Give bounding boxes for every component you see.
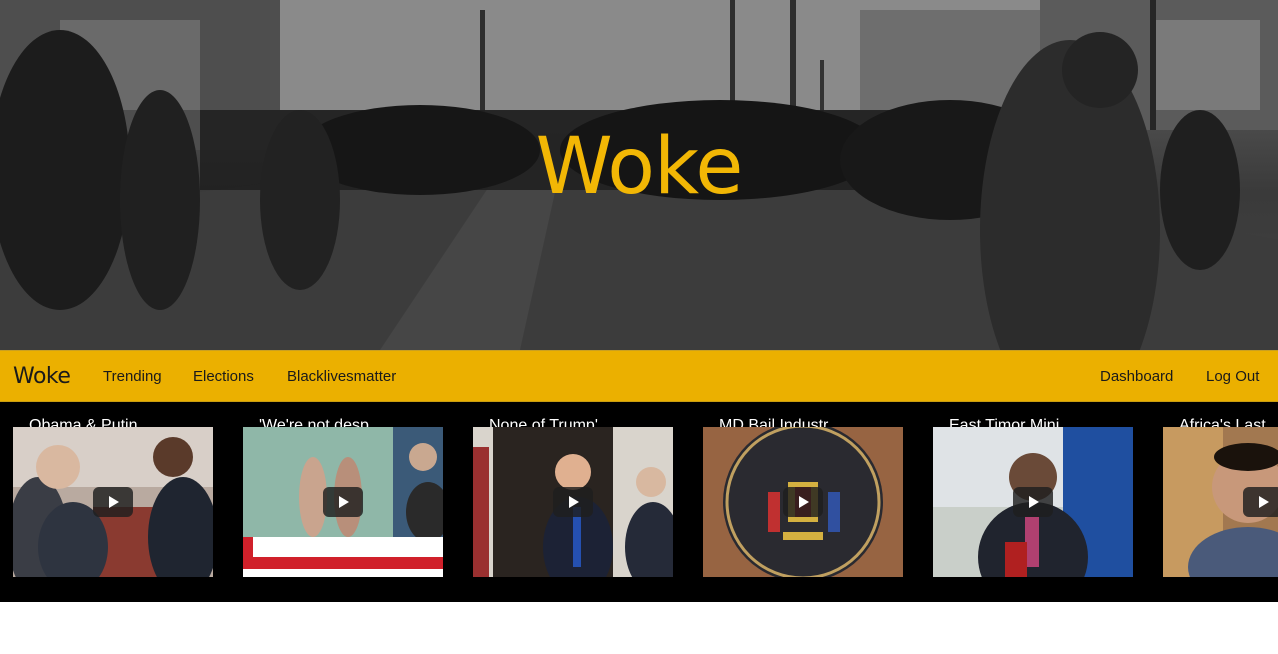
hero-title: Woke xyxy=(535,122,744,212)
play-button[interactable] xyxy=(1243,487,1278,517)
video-card[interactable]: 'We're not desp... xyxy=(243,402,443,602)
video-card[interactable]: Obama & Putin ... xyxy=(13,402,213,602)
video-thumbnail[interactable] xyxy=(473,427,673,577)
video-thumbnail[interactable] xyxy=(703,427,903,577)
nav-link-blacklivesmatter[interactable]: Blacklivesmatter xyxy=(287,368,396,385)
video-thumbnail[interactable] xyxy=(1163,427,1278,577)
nav-link-dashboard[interactable]: Dashboard xyxy=(1100,368,1173,385)
video-strip: Obama & Putin ... 'We're not desp... Non… xyxy=(0,402,1278,602)
navbar-brand[interactable]: Woke xyxy=(13,364,71,389)
video-card[interactable]: MD Bail Industr... xyxy=(703,402,903,602)
play-button[interactable] xyxy=(1013,487,1053,517)
play-button[interactable] xyxy=(93,487,133,517)
video-card[interactable]: None of Trump'... xyxy=(473,402,673,602)
top-navbar: Woke Trending Elections Blacklivesmatter… xyxy=(0,350,1278,402)
nav-link-elections[interactable]: Elections xyxy=(193,368,254,385)
play-button[interactable] xyxy=(323,487,363,517)
nav-link-trending[interactable]: Trending xyxy=(103,368,162,385)
video-thumbnail[interactable] xyxy=(13,427,213,577)
video-thumbnail[interactable] xyxy=(933,427,1133,577)
nav-link-logout[interactable]: Log Out xyxy=(1206,368,1259,385)
hero-banner: Woke xyxy=(0,0,1278,350)
video-thumbnail[interactable] xyxy=(243,427,443,577)
play-button[interactable] xyxy=(783,487,823,517)
video-card[interactable]: East Timor Mini... xyxy=(933,402,1133,602)
play-button[interactable] xyxy=(553,487,593,517)
video-card[interactable]: Africa's Last xyxy=(1163,402,1278,602)
